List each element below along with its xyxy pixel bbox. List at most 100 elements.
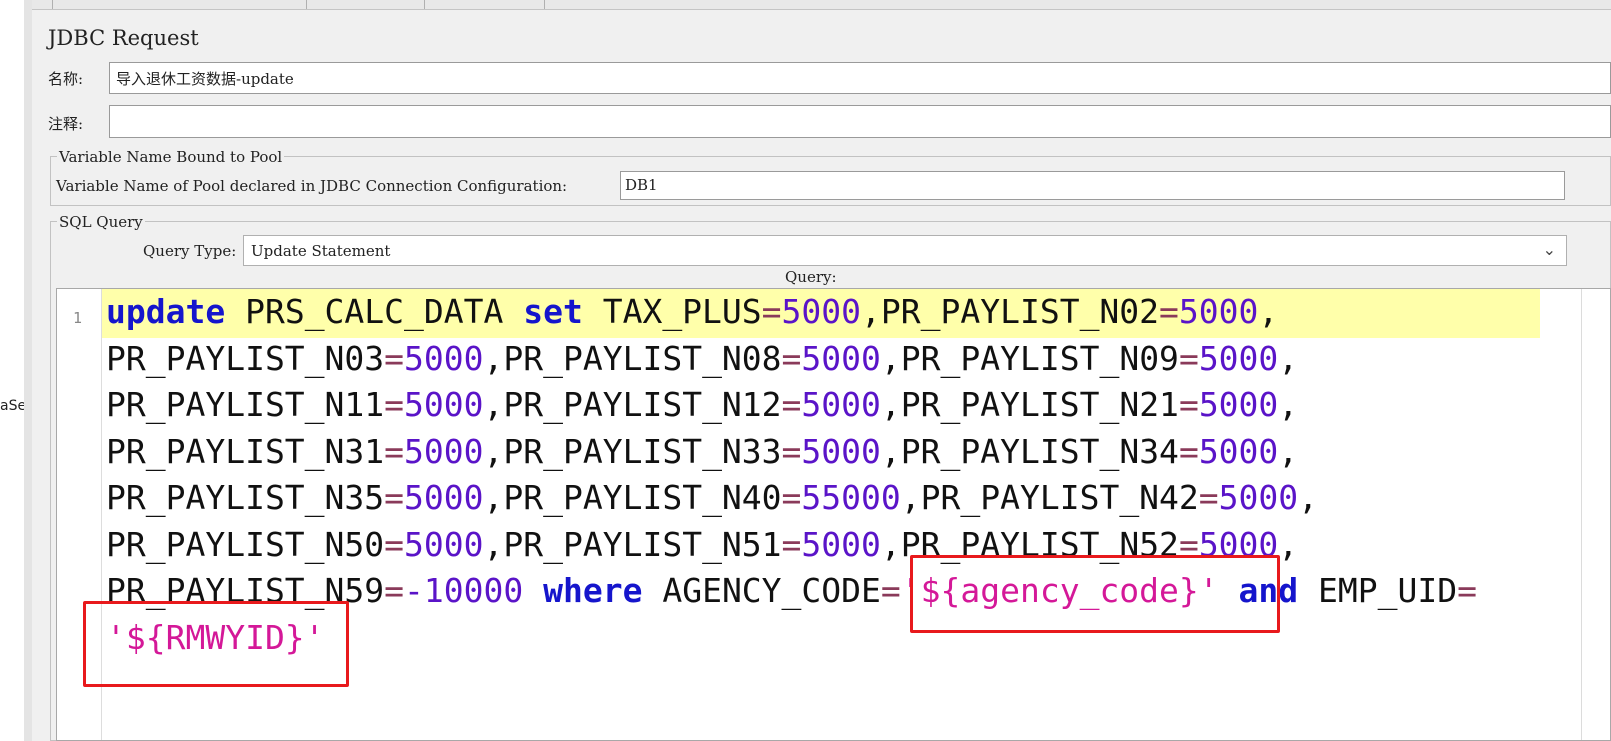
sql-operator: = <box>781 524 802 564</box>
toolbar <box>32 0 1611 10</box>
sql-identifier: PR_PAYLIST_N03 <box>106 338 385 378</box>
editor-vertical-scrollbar[interactable] <box>1581 289 1610 740</box>
sql-operator: = <box>384 385 405 424</box>
sql-number: 5000 <box>404 478 484 517</box>
sql-number: 5000 <box>801 385 881 424</box>
sql-operator: = <box>781 338 802 378</box>
sql-identifier: PR_PAYLIST_N21 <box>900 385 1179 424</box>
query-type-select[interactable]: Update Statement ⌄ <box>243 235 1567 266</box>
sql-operator: = <box>1198 478 1219 517</box>
sql-number: 5000 <box>1178 292 1259 331</box>
tree-item-clipped-label[interactable]: aSe <box>0 398 26 414</box>
sql-punctuation: , <box>483 338 504 378</box>
sql-number: 5000 <box>781 292 862 331</box>
sql-number: 5000 <box>1198 338 1279 378</box>
sql-operator: = <box>1159 292 1179 331</box>
sql-identifier: TAX_PLUS <box>582 292 762 331</box>
sql-number: 5000 <box>404 385 484 424</box>
sql-identifier: PR_PAYLIST_N33 <box>503 431 782 471</box>
sql-number: 5000 <box>801 338 881 378</box>
sql-operator: = <box>1178 338 1199 378</box>
sql-identifier: PR_PAYLIST_N34 <box>900 431 1179 471</box>
name-field[interactable]: 导入退休工资数据-update <box>109 62 1611 94</box>
sql-punctuation: , <box>1278 524 1299 564</box>
sql-punctuation: , <box>483 431 504 471</box>
sql-keyword: where <box>543 571 643 610</box>
chevron-down-icon[interactable]: ⌄ <box>1543 240 1556 259</box>
sql-query-group-legend: SQL Query <box>57 213 145 231</box>
query-type-label: Query Type: <box>143 242 237 260</box>
sql-identifier: PR_PAYLIST_N02 <box>880 292 1160 331</box>
code-line[interactable]: PR_PAYLIST_N11=5000,PR_PAYLIST_N12=5000,… <box>106 382 1526 429</box>
sql-identifier: PRS_CALC_DATA <box>225 292 524 331</box>
sql-number: 5000 <box>404 524 484 564</box>
comment-label: 注释: <box>48 115 84 133</box>
code-line[interactable]: PR_PAYLIST_N03=5000,PR_PAYLIST_N08=5000,… <box>106 336 1526 383</box>
highlight-box-agency-code <box>910 555 1280 633</box>
toolbar-segment[interactable] <box>54 0 307 9</box>
sql-identifier: PR_PAYLIST_N40 <box>503 478 782 517</box>
sql-punctuation: , <box>880 524 901 564</box>
pool-group-legend: Variable Name Bound to Pool <box>57 148 285 166</box>
sql-punctuation: , <box>861 292 881 331</box>
toolbar-segment[interactable] <box>308 0 425 9</box>
line-number: 1 <box>73 309 83 327</box>
sql-operator: = <box>880 571 901 610</box>
sql-identifier: AGENCY_CODE <box>642 571 881 610</box>
sql-identifier: PR_PAYLIST_N35 <box>106 478 385 517</box>
sql-operator: = <box>384 524 405 564</box>
sql-identifier: PR_PAYLIST_N11 <box>106 385 385 424</box>
highlight-box-rmwyid <box>83 601 349 687</box>
pool-variable-label: Variable Name of Pool declared in JDBC C… <box>56 177 568 195</box>
sql-punctuation: , <box>1278 431 1299 471</box>
sql-number: 55000 <box>801 478 901 517</box>
sql-identifier: PR_PAYLIST_N31 <box>106 431 385 471</box>
sql-keyword: update <box>106 292 226 331</box>
sql-punctuation: , <box>880 431 901 471</box>
name-label: 名称: <box>48 70 84 88</box>
sql-identifier <box>523 571 543 610</box>
sql-punctuation: , <box>1298 478 1319 517</box>
code-line[interactable]: update PRS_CALC_DATA set TAX_PLUS=5000,P… <box>106 289 1526 336</box>
sql-number: 5000 <box>801 431 881 471</box>
sql-operator: = <box>384 338 405 378</box>
sql-number: 5000 <box>404 431 484 471</box>
sql-punctuation: , <box>880 385 901 424</box>
sql-punctuation: , <box>880 338 901 378</box>
sql-identifier: PR_PAYLIST_N51 <box>503 524 782 564</box>
sql-identifier: PR_PAYLIST_N09 <box>900 338 1179 378</box>
code-line[interactable]: PR_PAYLIST_N31=5000,PR_PAYLIST_N33=5000,… <box>106 429 1526 476</box>
comment-field[interactable] <box>109 105 1611 138</box>
sql-punctuation: , <box>483 478 504 517</box>
query-type-value: Update Statement <box>251 242 391 260</box>
sql-identifier: EMP_UID <box>1298 571 1458 610</box>
sql-operator: = <box>384 478 405 517</box>
sql-number: -10000 <box>404 571 524 610</box>
sql-operator: = <box>781 385 802 424</box>
sql-operator: = <box>384 571 405 610</box>
sql-number: 5000 <box>404 338 484 378</box>
pool-variable-field[interactable]: DB1 <box>620 171 1565 200</box>
sql-operator: = <box>384 431 405 471</box>
query-label: Query: <box>785 268 837 286</box>
sql-operator: = <box>761 292 782 331</box>
sql-operator: = <box>781 478 802 517</box>
sql-operator: = <box>781 431 802 471</box>
sql-punctuation: , <box>1278 338 1299 378</box>
sql-identifier: PR_PAYLIST_N08 <box>503 338 782 378</box>
sql-punctuation: , <box>1278 385 1299 424</box>
code-line[interactable]: PR_PAYLIST_N35=5000,PR_PAYLIST_N40=55000… <box>106 475 1526 522</box>
sql-keyword: set <box>523 292 583 331</box>
sql-punctuation: , <box>1258 292 1279 331</box>
sql-operator: = <box>1457 571 1477 610</box>
sql-number: 5000 <box>801 524 881 564</box>
toolbar-segment[interactable] <box>426 0 545 9</box>
page-title: JDBC Request <box>48 26 199 50</box>
code-line[interactable]: PR_PAYLIST_N50=5000,PR_PAYLIST_N51=5000,… <box>106 522 1526 569</box>
sql-operator: = <box>1178 385 1199 424</box>
test-plan-tree[interactable]: aSe <box>0 0 26 741</box>
sql-number: 5000 <box>1218 478 1299 517</box>
sql-punctuation: , <box>483 385 504 424</box>
sql-identifier: PR_PAYLIST_N50 <box>106 524 385 564</box>
toolbar-segment[interactable] <box>32 0 53 9</box>
